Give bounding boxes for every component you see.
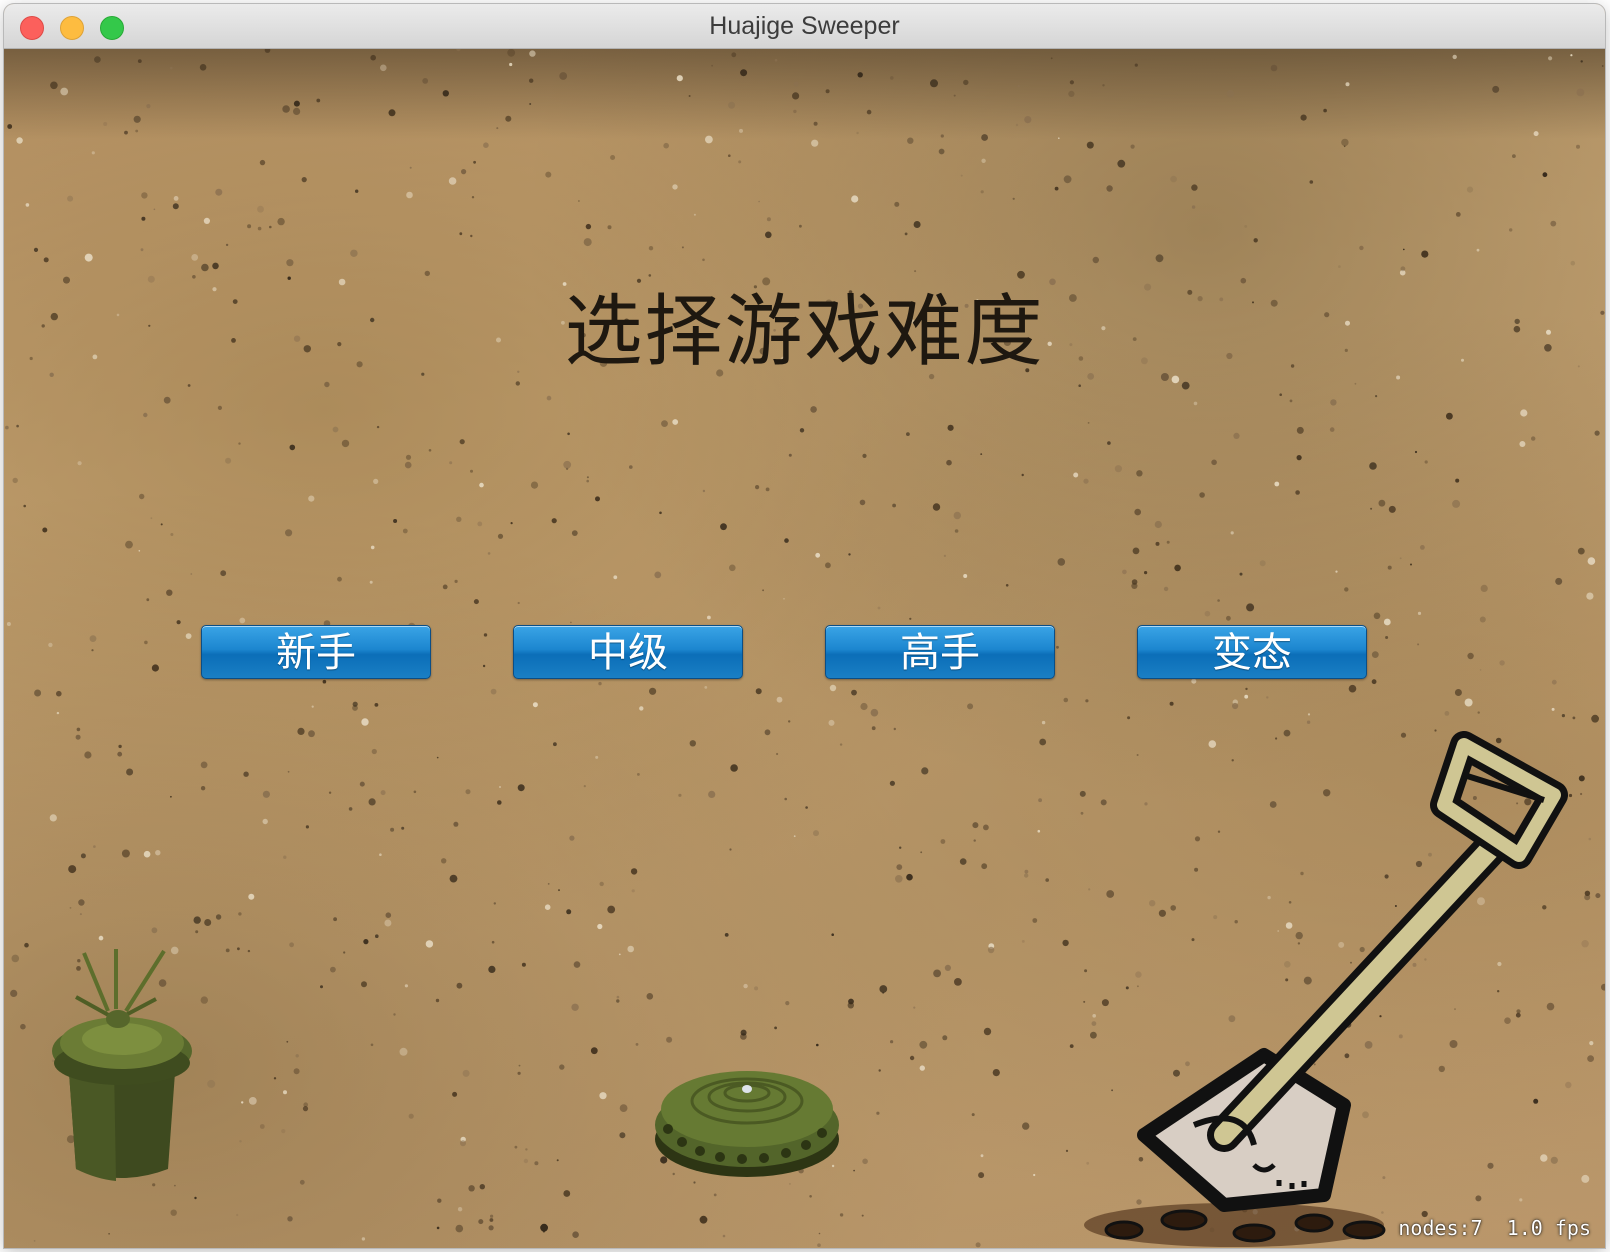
fps-readout: 1.0 fps: [1506, 1216, 1591, 1240]
debug-stats: nodes:7 1.0 fps: [1398, 1216, 1591, 1240]
landmine-canister-icon: [52, 949, 192, 1181]
title-bar[interactable]: Huajige Sweeper: [4, 4, 1605, 49]
pressure-mine-icon: [655, 1071, 839, 1177]
insane-button[interactable]: 变态: [1137, 625, 1367, 679]
beginner-button[interactable]: 新手: [201, 625, 431, 679]
difficulty-heading: 选择游戏难度: [564, 287, 1045, 377]
game-scene[interactable]: 选择游戏难度 新手 中级 高手 变态 nodes:7 1.0 fps: [4, 49, 1605, 1248]
intermediate-button[interactable]: 中级: [513, 625, 743, 679]
shovel-icon: [1084, 731, 1568, 1247]
window-title: Huajige Sweeper: [709, 12, 900, 40]
expert-button[interactable]: 高手: [825, 625, 1055, 679]
app-window: Huajige Sweeper 选择游戏难度 新手 中级 高手 变态 nodes…: [4, 4, 1605, 1248]
node-count: nodes:7: [1398, 1216, 1483, 1240]
